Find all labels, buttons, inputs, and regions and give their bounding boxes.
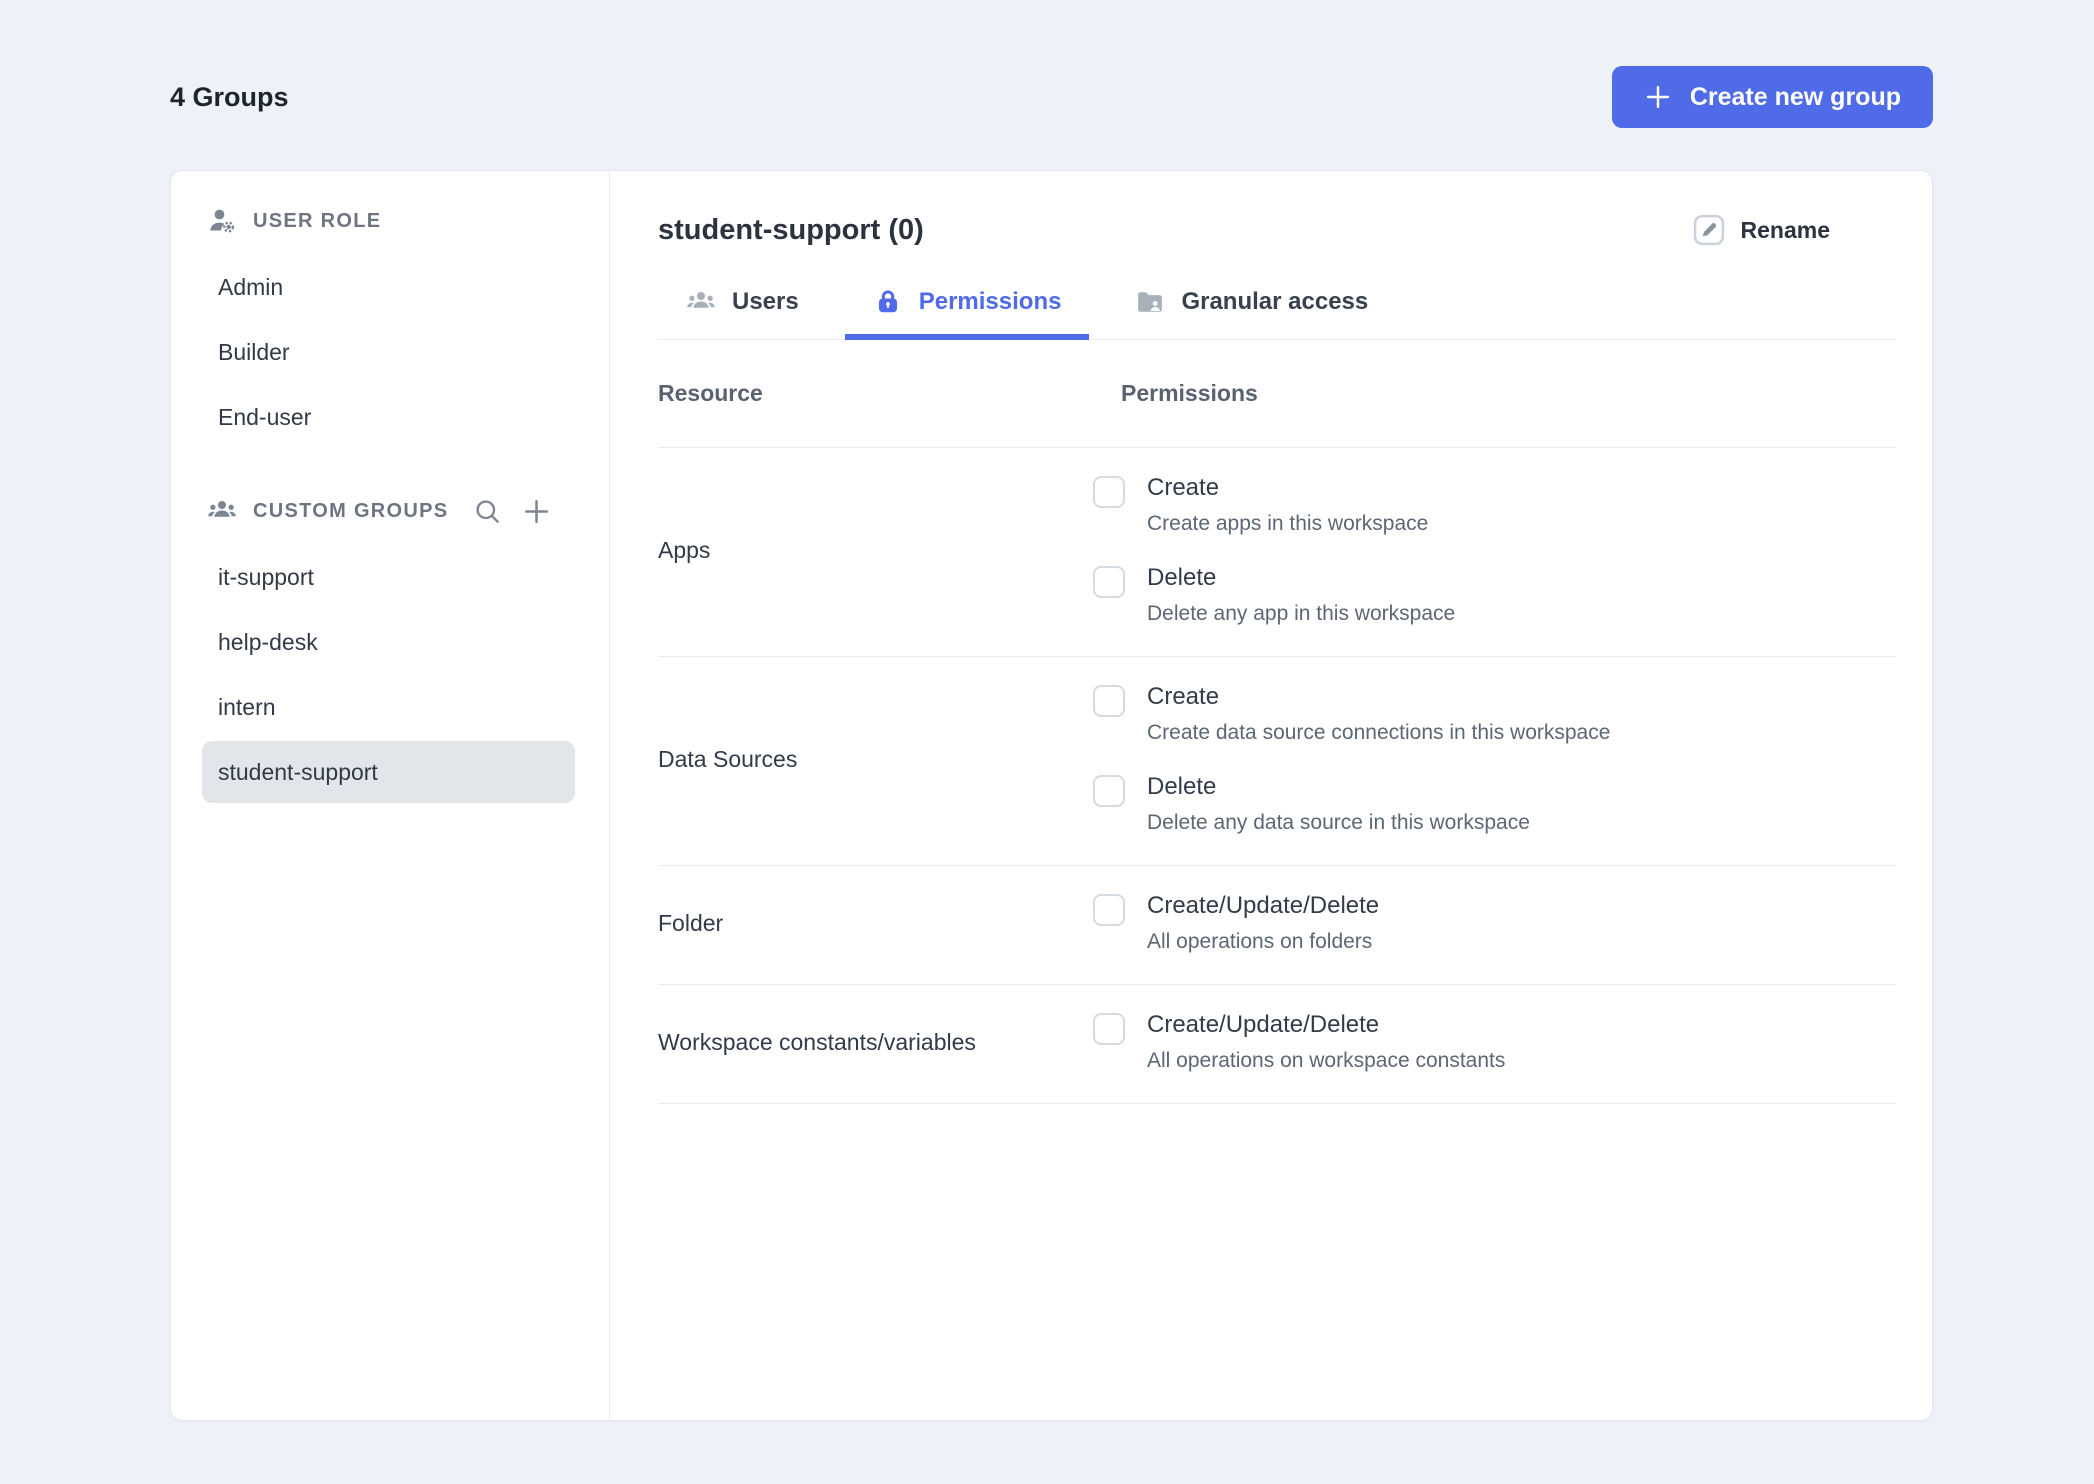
permission-description: Delete any app in this workspace [1147, 602, 1456, 625]
group-detail-header: student-support (0) Rename [658, 213, 1896, 247]
top-bar: 4 Groups Create new group [0, 0, 2094, 128]
user-role-section-label: USER ROLE [253, 209, 382, 232]
resource-name: Data Sources [658, 745, 798, 772]
add-group-icon[interactable] [522, 497, 551, 526]
permission-texts: Create/Update/Delete All operations on wo… [1147, 1011, 1505, 1073]
permissions-table-header: Resource Permissions [658, 340, 1896, 447]
permission-label: Create/Update/Delete [1147, 1011, 1380, 1038]
permission-list: Create/Update/Delete All operations on fo… [1093, 892, 1379, 954]
resource-name: Folder [658, 909, 724, 936]
permission-description: All operations on workspace constants [1147, 1049, 1506, 1072]
permission-item: Create Create apps in this workspace [1093, 474, 1455, 536]
user-gear-icon [207, 206, 237, 236]
permission-checkbox[interactable] [1093, 894, 1125, 926]
permission-list: Create Create data source connections in … [1093, 683, 1610, 835]
tab-label: Permissions [918, 288, 1062, 315]
group-detail-pane: student-support (0) Rename Users Permissi… [610, 171, 1932, 1420]
user-role-list: Admin Builder End-user [171, 256, 609, 448]
permission-texts: Create/Update/Delete All operations on fo… [1147, 892, 1379, 954]
user-role-section-header: USER ROLE [171, 198, 609, 244]
permission-checkbox[interactable] [1093, 775, 1125, 807]
sidebar-item-it-support[interactable]: it-support [202, 546, 575, 608]
permission-label: Create/Update/Delete [1147, 892, 1380, 919]
folder-user-icon [1135, 287, 1165, 317]
sidebar-item-admin[interactable]: Admin [202, 256, 575, 318]
permission-texts: Create Create apps in this workspace [1147, 474, 1428, 536]
resource-name: Workspace constants/variables [658, 1028, 976, 1055]
resource-column-header: Resource [658, 380, 763, 406]
search-icon[interactable] [473, 497, 502, 526]
table-row: Workspace constants/variables Create/Upda… [658, 984, 1896, 1104]
permission-checkbox[interactable] [1093, 476, 1125, 508]
permission-texts: Delete Delete any data source in this wor… [1147, 773, 1530, 835]
permission-checkbox[interactable] [1093, 566, 1125, 598]
permission-label: Delete [1147, 564, 1217, 591]
page-title: 4 Groups [170, 81, 289, 112]
custom-groups-section-header: CUSTOM GROUPS [171, 488, 609, 534]
group-tabs: Users Permissions Granular access [658, 283, 1896, 340]
permission-description: Create data source connections in this w… [1147, 721, 1611, 744]
permission-description: All operations on folders [1147, 930, 1373, 953]
custom-groups-section-label: CUSTOM GROUPS [253, 499, 449, 522]
permission-checkbox[interactable] [1093, 1013, 1125, 1045]
permission-item: Delete Delete any data source in this wor… [1093, 773, 1610, 835]
rename-label: Rename [1740, 216, 1830, 243]
users-icon [686, 287, 716, 317]
permission-label: Create [1147, 474, 1220, 501]
tab-label: Granular access [1181, 288, 1369, 315]
permissions-table-body: Apps Create Create apps in this workspace D… [658, 447, 1896, 1104]
tab-users[interactable]: Users [658, 283, 827, 339]
tab-granular-access[interactable]: Granular access [1107, 283, 1396, 339]
tab-label: Users [732, 288, 799, 315]
table-row: Apps Create Create apps in this workspace D… [658, 447, 1896, 656]
table-row: Folder Create/Update/Delete All operations… [658, 865, 1896, 984]
resource-name: Apps [658, 536, 711, 563]
permission-item: Create/Update/Delete All operations on wo… [1093, 1011, 1505, 1073]
permission-item: Create/Update/Delete All operations on fo… [1093, 892, 1379, 954]
permission-list: Create Create apps in this workspace Delet… [1093, 474, 1455, 626]
tab-permissions[interactable]: Permissions [844, 283, 1090, 340]
pencil-square-icon [1692, 213, 1726, 247]
lock-icon [873, 287, 903, 317]
permission-item: Create Create data source connections in … [1093, 683, 1610, 745]
sidebar-item-builder[interactable]: Builder [202, 321, 575, 383]
create-new-group-button[interactable]: Create new group [1611, 66, 1933, 128]
permission-item: Delete Delete any app in this workspace [1093, 564, 1455, 626]
group-title: student-support (0) [658, 213, 924, 246]
permission-list: Create/Update/Delete All operations on wo… [1093, 1011, 1505, 1073]
users-group-icon [207, 496, 237, 526]
sidebar-item-end-user[interactable]: End-user [202, 386, 575, 448]
create-new-group-label: Create new group [1689, 82, 1901, 111]
permission-texts: Create Create data source connections in … [1147, 683, 1610, 745]
groups-sidebar: USER ROLE Admin Builder End-user CUSTOM GR… [171, 171, 610, 1420]
permission-checkbox[interactable] [1093, 685, 1125, 717]
table-row: Data Sources Create Create data source con… [658, 656, 1896, 865]
permission-description: Delete any data source in this workspace [1147, 811, 1530, 834]
permission-label: Create [1147, 683, 1220, 710]
plus-icon [1644, 83, 1672, 111]
custom-groups-list: it-support help-desk intern student-support [171, 546, 609, 803]
sidebar-item-help-desk[interactable]: help-desk [202, 611, 575, 673]
permission-texts: Delete Delete any app in this workspace [1147, 564, 1455, 626]
groups-panel: USER ROLE Admin Builder End-user CUSTOM GR… [170, 170, 1933, 1421]
sidebar-item-student-support[interactable]: student-support [202, 741, 575, 803]
permission-label: Delete [1147, 773, 1217, 800]
permissions-column-header: Permissions [1121, 380, 1258, 406]
rename-button[interactable]: Rename [1692, 213, 1830, 247]
sidebar-item-intern[interactable]: intern [202, 676, 575, 738]
permission-description: Create apps in this workspace [1147, 512, 1429, 535]
custom-groups-actions [473, 497, 551, 526]
